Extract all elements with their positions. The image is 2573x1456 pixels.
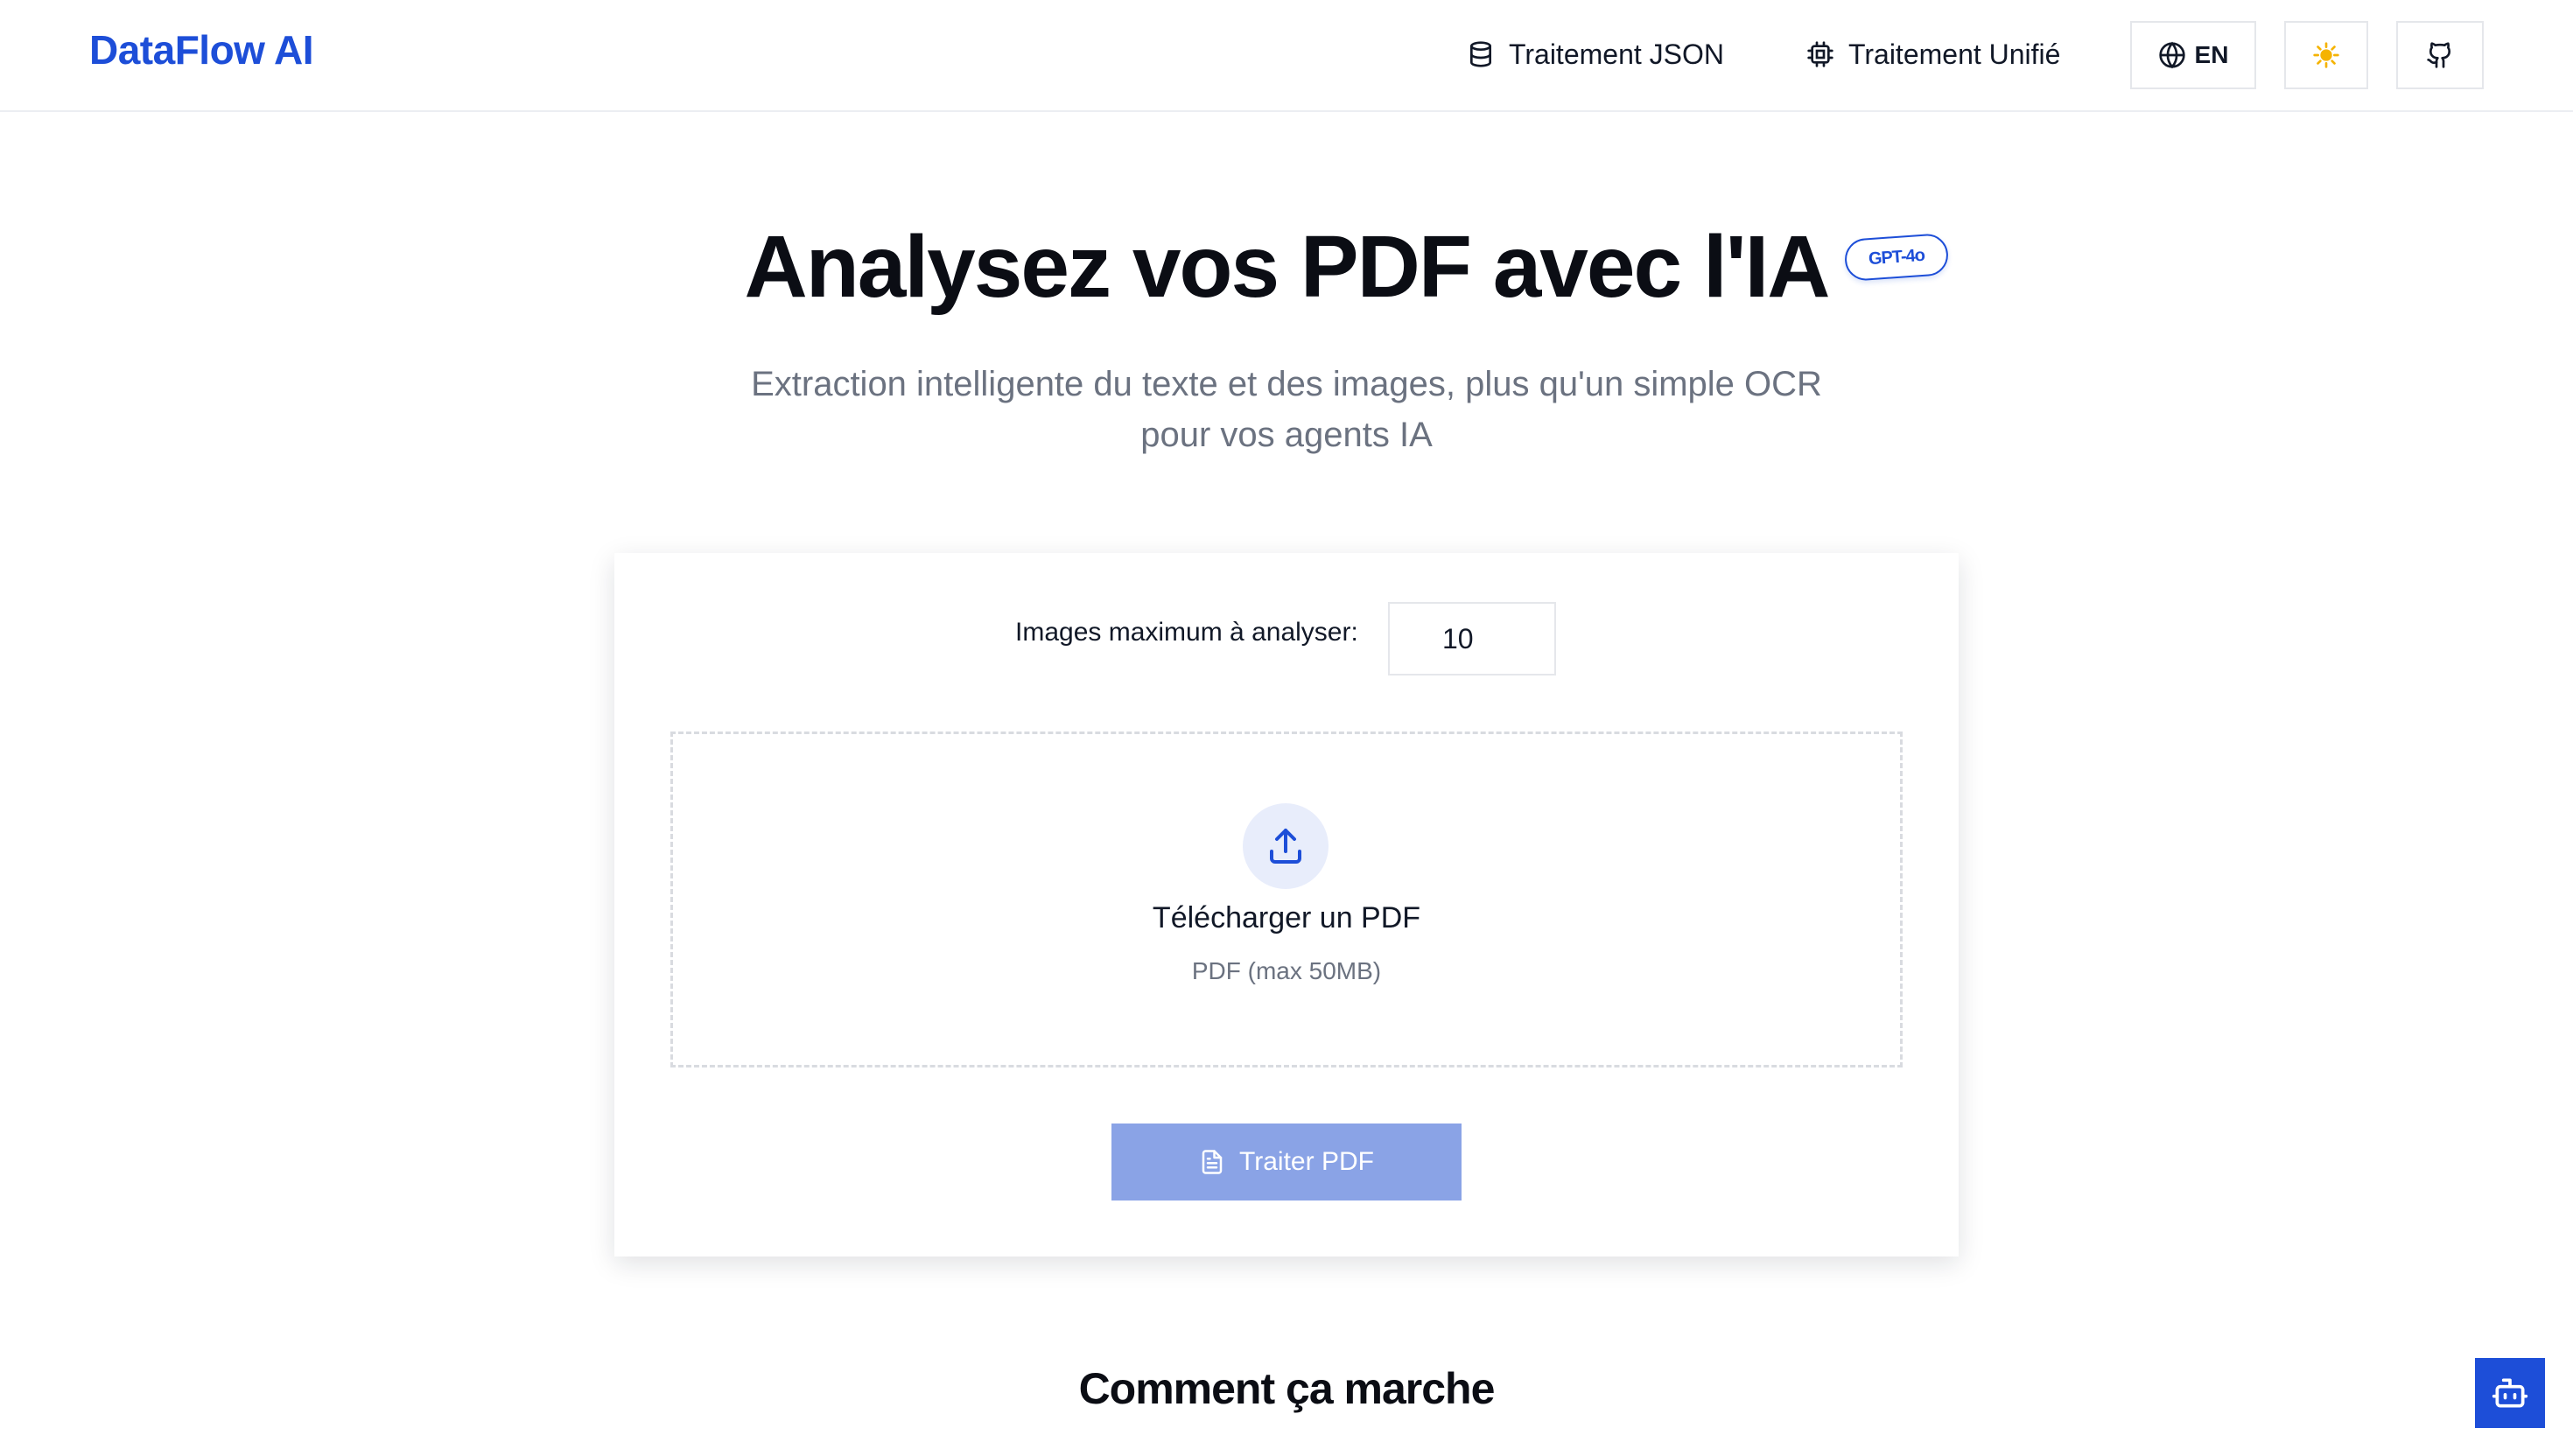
max-images-input[interactable] <box>1388 602 1556 676</box>
page-title: Analysez vos PDF avec l'IA <box>744 218 1830 316</box>
hero-title-block: Analysez vos PDF avec l'IA GPT-4o <box>0 217 2573 318</box>
hero-subtitle-line: pour vos agents IA <box>1140 416 1433 454</box>
max-images-label: Images maximum à analyser: <box>1015 618 1358 647</box>
database-icon <box>1470 41 1491 67</box>
hero-subtitle-line: Extraction intelligente du texte et des … <box>751 365 1822 403</box>
file-text-icon <box>1202 1150 1223 1174</box>
process-pdf-button[interactable]: Traiter PDF <box>1111 1124 1462 1200</box>
hero-subtitle: Extraction intelligente du texte et des … <box>674 359 1899 460</box>
process-button-label: Traiter PDF <box>1239 1147 1374 1176</box>
top-navbar: DataFlow AI Traitement JSON Traitement U… <box>0 0 2573 112</box>
brand-logo[interactable]: DataFlow AI <box>89 26 314 74</box>
nav-link-json-processing[interactable]: Traitement JSON <box>1467 33 1724 75</box>
github-icon <box>2427 42 2451 68</box>
nav-link-label: Traitement Unifié <box>1848 38 2061 70</box>
dropzone-title: Télécharger un PDF <box>1152 901 1421 934</box>
nav-link-label: Traitement JSON <box>1509 38 1724 70</box>
language-label: EN <box>2194 41 2229 68</box>
sun-icon <box>2313 42 2339 68</box>
theme-toggle-button[interactable] <box>2284 21 2368 89</box>
language-button[interactable]: EN <box>2130 21 2256 89</box>
model-badge: GPT-4o <box>1842 232 1950 283</box>
upload-icon-circle[interactable] <box>1243 803 1329 889</box>
github-button[interactable] <box>2396 21 2484 89</box>
chatbot-button[interactable] <box>2475 1358 2545 1428</box>
how-it-works-title: Comment ça marche <box>1078 1364 1496 1413</box>
globe-icon <box>2158 41 2185 69</box>
cpu-icon <box>1807 41 1833 67</box>
dropzone-hint: PDF (max 50MB) <box>1191 957 1382 984</box>
upload-icon <box>1270 829 1301 864</box>
pdf-dropzone[interactable] <box>670 732 1903 1068</box>
nav-link-unified-processing[interactable]: Traitement Unifié <box>1806 33 2060 75</box>
bot-icon <box>2492 1378 2528 1408</box>
